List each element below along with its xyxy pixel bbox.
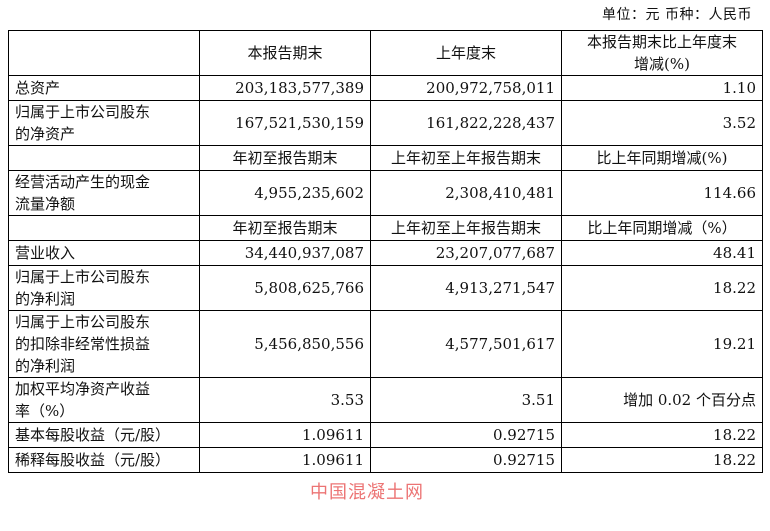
row-label: 稀释每股收益（元/股） [8,447,200,473]
row-label-line: 归属于上市公司股东 [15,313,151,331]
value-change: 114.66 [561,170,763,216]
row-label-line: 流量净额 [15,195,76,213]
table-row: 归属于上市公司股东 的净资产 167,521,530,159 161,822,228,… [8,100,763,146]
value-change: 18.22 [561,422,763,448]
row-label: 总资产 [8,75,200,101]
value-change: 增加 0.02 个百分点 [561,377,763,423]
subheader-change: 比上年同期增减(%) [561,145,763,171]
subheader-prior-ytd: 上年初至上年报告期末 [370,215,562,241]
table-row: 总资产 203,183,577,389 200,972,758,011 1.10 [8,75,763,101]
table-row: 归属于上市公司股东 的净利润 5,808,625,766 4,913,271,547 1… [8,265,763,311]
value-current: 167,521,530,159 [199,100,371,146]
value-previous: 3.51 [370,377,562,423]
row-label: 归属于上市公司股东 的扣除非经常性损益 的净利润 [8,310,200,378]
value-current: 5,808,625,766 [199,265,371,311]
value-current: 1.09611 [199,422,371,448]
table-subheader-row: 年初至报告期末 上年初至上年报告期末 比上年同期增减（%） [8,215,763,241]
value-current: 1.09611 [199,447,371,473]
row-label-line: 营业收入 [15,244,76,262]
header-current-period-end: 本报告期末 [199,30,371,76]
row-label-line: 的扣除非经常性损益 [15,335,151,353]
value-current: 203,183,577,389 [199,75,371,101]
subheader-change: 比上年同期增减（%） [561,215,763,241]
row-label: 加权平均净资产收益 率（%） [8,377,200,423]
value-previous: 161,822,228,437 [370,100,562,146]
subheader-ytd: 年初至报告期末 [199,145,371,171]
subheader-ytd: 年初至报告期末 [199,215,371,241]
table-row: 经营活动产生的现金 流量净额 4,955,235,602 2,308,410,481 1… [8,170,763,216]
header-last-year-end: 上年度末 [370,30,562,76]
value-change: 48.41 [561,240,763,266]
table-row: 营业收入 34,440,937,087 23,207,077,687 48.41 [8,240,763,266]
header-change-line2: 增减(%) [634,55,690,73]
value-previous: 2,308,410,481 [370,170,562,216]
row-label-line: 的净利润 [15,290,76,308]
row-label-line: 的净利润 [15,357,76,375]
row-label-line: 基本每股收益（元/股） [15,426,171,444]
header-change-line1: 本报告期末比上年度末 [586,33,737,51]
row-label-line: 归属于上市公司股东 [15,268,151,286]
row-label-line: 率（%） [15,402,75,420]
table-subheader-row: 年初至报告期末 上年初至上年报告期末 比上年同期增减(%) [8,145,763,171]
watermark-text: 中国混凝土网 [310,482,424,503]
row-label-line: 加权平均净资产收益 [15,380,151,398]
value-previous: 200,972,758,011 [370,75,562,101]
subheader-prior-ytd: 上年初至上年报告期末 [370,145,562,171]
value-previous: 0.92715 [370,422,562,448]
row-label-line: 稀释每股收益（元/股） [15,451,171,469]
row-label: 经营活动产生的现金 流量净额 [8,170,200,216]
header-change-percent: 本报告期末比上年度末 增减(%) [561,30,763,76]
header-empty-cell [8,30,200,76]
table-row: 加权平均净资产收益 率（%） 3.53 3.51 增加 0.02 个百分点 [8,377,763,423]
row-label: 营业收入 [8,240,200,266]
row-label-line: 归属于上市公司股东 [15,103,151,121]
value-previous: 23,207,077,687 [370,240,562,266]
table-row: 基本每股收益（元/股） 1.09611 0.92715 18.22 [8,422,763,448]
value-previous: 4,913,271,547 [370,265,562,311]
value-previous: 0.92715 [370,447,562,473]
value-change: 1.10 [561,75,763,101]
subheader-empty-cell [8,145,200,171]
value-current: 34,440,937,087 [199,240,371,266]
row-label: 基本每股收益（元/股） [8,422,200,448]
row-label-line: 总资产 [15,79,61,97]
subheader-empty-cell [8,215,200,241]
value-previous: 4,577,501,617 [370,310,562,378]
table-row: 归属于上市公司股东 的扣除非经常性损益 的净利润 5,456,850,556 4,577… [8,310,763,378]
row-label-line: 的净资产 [15,125,76,143]
unit-currency-note: 单位：元 币种：人民币 [602,7,752,23]
financial-summary-table: 本报告期末 上年度末 本报告期末比上年度末 增减(%) 总资产 203,183,5… [8,30,763,473]
row-label-line: 经营活动产生的现金 [15,173,151,191]
value-change: 18.22 [561,447,763,473]
row-label: 归属于上市公司股东 的净利润 [8,265,200,311]
table-row: 稀释每股收益（元/股） 1.09611 0.92715 18.22 [8,447,763,473]
value-current: 3.53 [199,377,371,423]
value-change: 18.22 [561,265,763,311]
table-header-row: 本报告期末 上年度末 本报告期末比上年度末 增减(%) [8,30,763,76]
value-change: 3.52 [561,100,763,146]
value-change: 19.21 [561,310,763,378]
value-current: 4,955,235,602 [199,170,371,216]
row-label: 归属于上市公司股东 的净资产 [8,100,200,146]
value-current: 5,456,850,556 [199,310,371,378]
